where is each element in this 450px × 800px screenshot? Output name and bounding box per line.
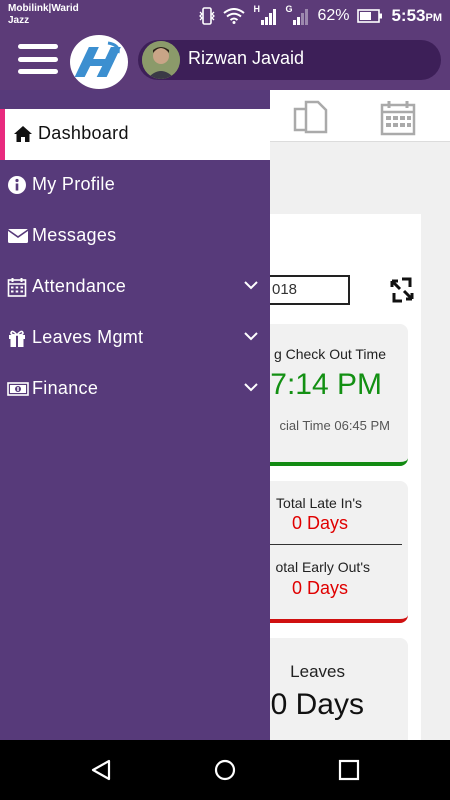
user-profile-pill[interactable]: Rizwan Javaid [138,40,441,80]
hamburger-bar [18,44,58,49]
battery-icon [357,9,383,23]
drawer-item-my-profile[interactable]: My Profile [0,160,270,211]
drawer-item-label: Messages [32,225,117,245]
card-divider [270,544,402,545]
drawer-item-label: Dashboard [38,123,129,143]
back-icon[interactable] [89,758,113,782]
hamburger-bar [18,56,58,62]
clock: 5:53PM [391,6,442,25]
hamburger-bar [18,69,58,74]
logo-h-icon [74,41,121,77]
menu-toggle-button[interactable] [18,44,58,74]
wifi-icon [223,8,246,24]
gift-icon [9,330,25,347]
battery-percent: 62% [317,7,350,24]
status-icons: H G 62% 5:53PM [199,4,442,28]
carrier-line-1: Mobilink|Warid [8,3,79,14]
chevron-down-icon [244,332,258,341]
recents-icon[interactable] [337,758,361,782]
vibrate-icon [199,7,216,25]
refresh-icon[interactable] [388,277,416,303]
app-header: Rizwan Javaid [0,32,450,90]
carrier-line-2: Jazz [8,15,30,26]
app-logo[interactable] [70,35,128,89]
user-name: Rizwan Javaid [188,48,305,68]
drawer-item-label: My Profile [32,174,116,194]
drawer-item-label: Finance [32,378,99,398]
calendar-tab-icon[interactable] [378,100,418,136]
signal-h-icon: H [253,4,277,26]
chevron-down-icon [244,281,258,290]
navigation-drawer: Dashboard My Profile Messages Attendance [0,90,270,740]
drawer-item-finance[interactable]: Finance [0,364,270,415]
envelope-icon [7,229,29,243]
copy-icon[interactable] [292,100,332,136]
calendar-icon [7,278,27,297]
system-nav-bar [0,740,450,800]
carrier-name: Mobilink|Warid Jazz [8,3,79,27]
drawer-item-leaves-mgmt[interactable]: Leaves Mgmt [0,313,270,364]
user-avatar[interactable] [142,41,180,79]
home-button-icon[interactable] [213,758,237,782]
drawer-item-label: Leaves Mgmt [32,327,144,347]
signal-g-icon: G [285,4,309,26]
home-icon [14,126,32,142]
drawer-item-attendance[interactable]: Attendance [0,262,270,313]
drawer-item-messages[interactable]: Messages [0,211,270,262]
status-bar: Mobilink|Warid Jazz H G 62% 5:53PM [0,0,450,32]
drawer-item-label: Attendance [32,276,127,296]
money-icon [7,382,29,396]
drawer-item-dashboard[interactable]: Dashboard [0,109,270,160]
info-icon [8,176,26,194]
chevron-down-icon [244,383,258,392]
